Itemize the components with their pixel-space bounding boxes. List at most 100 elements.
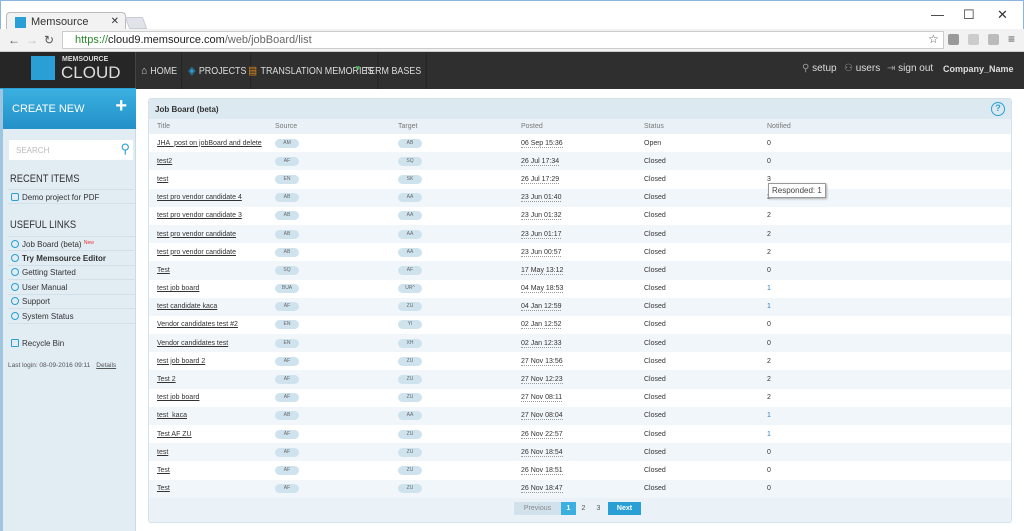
- job-title-link[interactable]: Test 2: [157, 376, 176, 383]
- link-getting-started[interactable]: Getting Started: [8, 265, 136, 280]
- link-try-editor[interactable]: Try Memsource Editor: [8, 251, 136, 266]
- search-icon[interactable]: ⚲: [120, 141, 130, 157]
- col-target[interactable]: Target: [390, 119, 513, 134]
- setup-link[interactable]: ⚲ setup: [802, 63, 837, 74]
- extension-icon[interactable]: [968, 34, 979, 45]
- notified-cell[interactable]: 0: [759, 479, 1011, 498]
- help-icon[interactable]: ?: [991, 102, 1005, 116]
- page-1[interactable]: 1: [561, 502, 576, 515]
- posted-date: 23 Jun 00:57: [521, 248, 562, 257]
- job-title-link[interactable]: test pro vendor candidate 3: [157, 212, 242, 219]
- notified-cell[interactable]: 2: [759, 388, 1011, 407]
- target-cell: ZU: [390, 443, 513, 462]
- job-title-link[interactable]: test_kaca: [157, 412, 187, 419]
- url-input[interactable]: https://cloud9.memsource.com/web/jobBoar…: [62, 31, 944, 49]
- notified-cell[interactable]: 1: [759, 425, 1011, 444]
- notified-cell[interactable]: 0: [759, 443, 1011, 462]
- bookmark-star-icon[interactable]: ☆: [928, 32, 939, 46]
- notified-cell[interactable]: 0: [759, 152, 1011, 171]
- col-status[interactable]: Status: [636, 119, 759, 134]
- job-title-link[interactable]: test pro vendor candidate: [157, 231, 236, 238]
- notified-cell[interactable]: 2: [759, 352, 1011, 371]
- nav-home[interactable]: ⌂ HOME: [137, 52, 183, 89]
- job-title-link[interactable]: test: [157, 449, 168, 456]
- target-lang-badge: YI: [398, 320, 422, 330]
- posted-date: 04 Jan 12:59: [521, 303, 562, 312]
- page-3[interactable]: 3: [591, 502, 606, 515]
- recent-item[interactable]: Demo project for PDF: [8, 189, 136, 204]
- job-title-link[interactable]: test: [157, 176, 168, 183]
- col-source[interactable]: Source: [267, 119, 390, 134]
- job-title-link[interactable]: test job board 2: [157, 358, 205, 365]
- status-cell: Closed: [636, 370, 759, 389]
- link-job-board[interactable]: Job Board (beta) New: [8, 236, 136, 251]
- source-lang-badge: AF: [275, 429, 299, 439]
- new-tab-button[interactable]: [124, 17, 148, 29]
- next-button[interactable]: Next: [608, 502, 641, 515]
- job-title-link[interactable]: Test: [157, 467, 170, 474]
- notified-cell[interactable]: 2: [759, 243, 1011, 262]
- forward-icon[interactable]: →: [26, 33, 38, 47]
- reload-icon[interactable]: ↻: [44, 33, 54, 47]
- col-posted[interactable]: Posted: [513, 119, 636, 134]
- sign-out-link[interactable]: ⇥ sign out: [887, 63, 933, 74]
- job-title-link[interactable]: Test AF ZU: [157, 431, 192, 438]
- link-system-status[interactable]: System Status: [8, 309, 136, 324]
- notified-cell[interactable]: 1: [759, 279, 1011, 298]
- extension-icon[interactable]: [988, 34, 999, 45]
- notified-cell[interactable]: 0: [759, 461, 1011, 480]
- page-2[interactable]: 2: [576, 502, 591, 515]
- notified-cell[interactable]: 0: [759, 261, 1011, 280]
- job-title-link[interactable]: Test: [157, 485, 170, 492]
- logo-text: CLOUD: [61, 63, 121, 82]
- link-user-manual[interactable]: User Manual: [8, 280, 136, 295]
- job-title-link[interactable]: test pro vendor candidate 4: [157, 194, 242, 201]
- notified-cell[interactable]: 2: [759, 206, 1011, 225]
- minimize-icon[interactable]: —: [931, 7, 944, 22]
- close-window-icon[interactable]: ✕: [997, 7, 1008, 23]
- scrollbar[interactable]: [1012, 90, 1024, 531]
- job-title-link[interactable]: test job board: [157, 394, 199, 401]
- link-support[interactable]: Support: [8, 294, 136, 309]
- col-notified[interactable]: Notified: [759, 119, 1011, 134]
- nav-term-bases[interactable]: ❞ TERM BASES: [351, 52, 427, 89]
- back-icon[interactable]: ←: [8, 33, 20, 47]
- job-title-link[interactable]: Vendor candidates test #2: [157, 321, 238, 328]
- quote-icon: ❞: [355, 65, 361, 77]
- nav-projects[interactable]: ◈ PROJECTS: [184, 52, 252, 89]
- table-row: test candidate kaca AF ZU 04 Jan 12:59 C…: [149, 297, 1011, 316]
- col-title[interactable]: Title: [149, 119, 267, 134]
- status-cell: Closed: [636, 479, 759, 498]
- maximize-icon[interactable]: ☐: [963, 7, 975, 23]
- company-name[interactable]: Company_Name: [943, 64, 1014, 74]
- notified-cell[interactable]: 2: [759, 224, 1011, 244]
- target-lang-badge: SK: [398, 174, 422, 184]
- notified-cell[interactable]: 1: [759, 406, 1011, 425]
- job-title-link[interactable]: test job board: [157, 285, 199, 292]
- posted-date: 26 Nov 18:47: [521, 485, 563, 494]
- notified-cell[interactable]: 1: [759, 297, 1011, 316]
- close-tab-icon[interactable]: ✕: [111, 16, 119, 27]
- job-title-link[interactable]: test pro vendor candidate: [157, 249, 236, 256]
- url-path: /web/jobBoard/list: [224, 34, 312, 46]
- job-title-link[interactable]: Vendor candidates test: [157, 340, 228, 347]
- users-link[interactable]: ⚇ users: [844, 63, 880, 74]
- notified-cell[interactable]: 0: [759, 315, 1011, 335]
- previous-button[interactable]: Previous: [514, 502, 561, 515]
- notified-cell[interactable]: 2: [759, 370, 1011, 389]
- search-input[interactable]: SEARCH ⚲: [9, 140, 133, 160]
- job-title-link[interactable]: Test: [157, 267, 170, 274]
- job-title-link[interactable]: test2: [157, 158, 172, 165]
- notified-cell[interactable]: 0: [759, 334, 1011, 353]
- details-link[interactable]: Details: [96, 362, 116, 369]
- recycle-bin-link[interactable]: Recycle Bin: [8, 336, 136, 351]
- create-new-button[interactable]: CREATE NEW +: [3, 89, 136, 129]
- menu-icon[interactable]: ≡: [1008, 32, 1015, 46]
- target-cell: ZU: [390, 461, 513, 480]
- job-title-link[interactable]: JHA_post on jobBoard and delete: [157, 140, 262, 147]
- memsource-logo[interactable]: MEMSOURCE CLOUD: [0, 52, 136, 91]
- notified-cell[interactable]: 0: [759, 134, 1011, 153]
- job-title-link[interactable]: test candidate kaca: [157, 303, 217, 310]
- posted-cell: 26 Nov 22:57: [513, 425, 636, 444]
- extension-icon[interactable]: [948, 34, 959, 45]
